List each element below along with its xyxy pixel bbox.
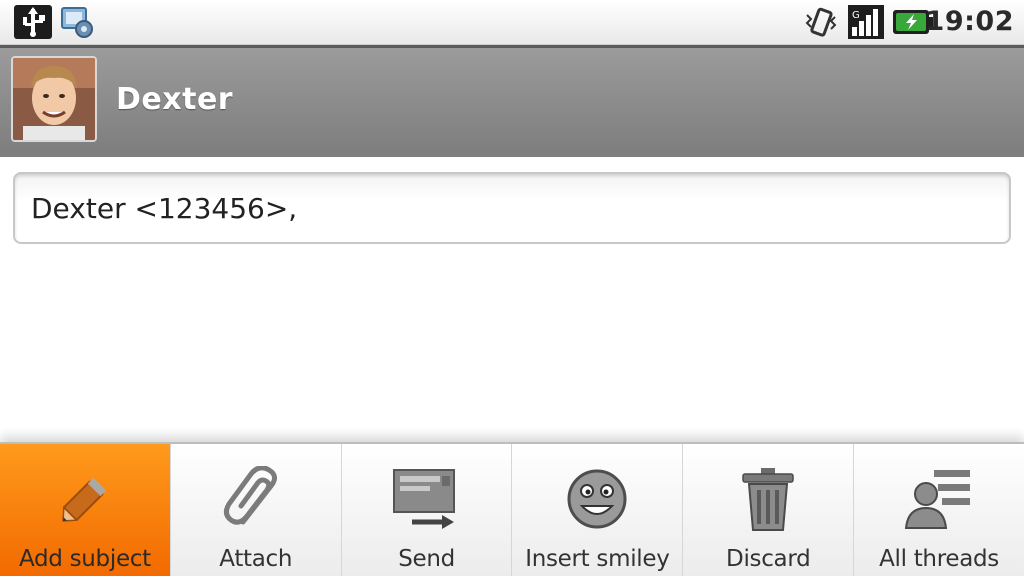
all-threads-label: All threads: [879, 546, 999, 572]
usb-icon: [14, 5, 52, 39]
sync-icon: [58, 5, 96, 39]
vibrate-icon: [803, 5, 839, 39]
pencil-icon: [50, 466, 120, 532]
status-bar: G 19:02: [0, 0, 1024, 45]
avatar[interactable]: [11, 56, 97, 142]
recipients-value: Dexter <123456>,: [31, 192, 298, 225]
conversation-header: Dexter: [0, 45, 1024, 157]
svg-text:G: G: [852, 10, 860, 21]
recipients-field[interactable]: Dexter <123456>,: [13, 172, 1011, 244]
insert-smiley-button[interactable]: Insert smiley: [511, 444, 683, 576]
send-button[interactable]: Send: [340, 444, 512, 576]
add-subject-label: Add subject: [18, 546, 151, 572]
signal-icon: G: [848, 5, 884, 39]
contact-photo-icon: [13, 58, 95, 140]
insert-smiley-label: Insert smiley: [525, 546, 670, 572]
add-subject-button[interactable]: Add subject: [0, 444, 170, 576]
options-menu: Add subject Attach Send Insert smiley Di…: [0, 442, 1024, 576]
send-label: Send: [398, 546, 455, 572]
contact-name: Dexter: [116, 82, 234, 117]
threads-icon: [904, 466, 974, 532]
paperclip-icon: [221, 466, 291, 532]
discard-label: Discard: [726, 546, 811, 572]
clock: 19:02: [925, 6, 1014, 37]
discard-button[interactable]: Discard: [682, 444, 854, 576]
all-threads-button[interactable]: All threads: [853, 444, 1024, 576]
message-list-area: [0, 250, 1024, 440]
attach-label: Attach: [219, 546, 293, 572]
trash-icon: [733, 466, 803, 532]
attach-button[interactable]: Attach: [169, 444, 341, 576]
smiley-icon: [562, 466, 632, 532]
send-icon: [392, 466, 462, 532]
